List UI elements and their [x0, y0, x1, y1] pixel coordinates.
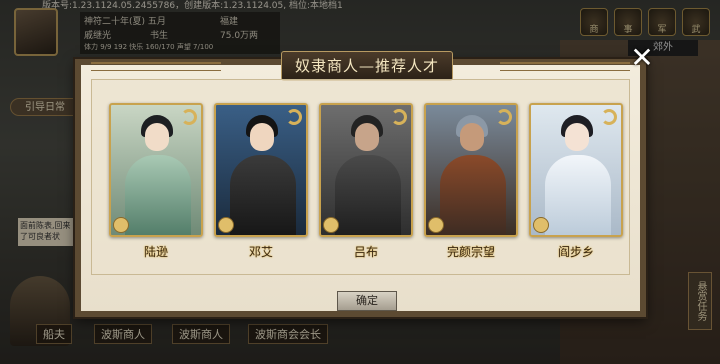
ring-icon: [496, 109, 512, 125]
title-ornament-left: [91, 62, 221, 71]
talent-name: 阎步乡: [557, 245, 594, 259]
talent-card[interactable]: [109, 103, 203, 237]
talent-recommend-dialog: 奴隶商人—推荐人才 陆逊 邓艾 吕布 完颜宗望 阎步乡 确定: [75, 51, 646, 317]
talent-name: 完颜宗望: [446, 245, 495, 259]
talent-card-list: [109, 103, 623, 237]
talent-name: 陆逊: [143, 245, 168, 259]
confirm-button[interactable]: 确定: [337, 291, 397, 311]
talent-name: 吕布: [353, 245, 378, 259]
ring-icon: [181, 109, 197, 125]
ring-icon: [286, 109, 302, 125]
badge-icon: [323, 217, 339, 233]
talent-card[interactable]: [424, 103, 518, 237]
dialog-title: 奴隶商人—推荐人才: [281, 51, 453, 81]
talent-name: 邓艾: [248, 245, 273, 259]
title-ornament-right: [500, 62, 630, 71]
badge-icon: [113, 217, 129, 233]
ring-icon: [601, 109, 617, 125]
ring-icon: [391, 109, 407, 125]
badge-icon: [533, 217, 549, 233]
talent-card[interactable]: [214, 103, 308, 237]
badge-icon: [218, 217, 234, 233]
close-icon[interactable]: ✕: [629, 44, 655, 72]
talent-card[interactable]: [319, 103, 413, 237]
talent-card[interactable]: [529, 103, 623, 237]
badge-icon: [428, 217, 444, 233]
